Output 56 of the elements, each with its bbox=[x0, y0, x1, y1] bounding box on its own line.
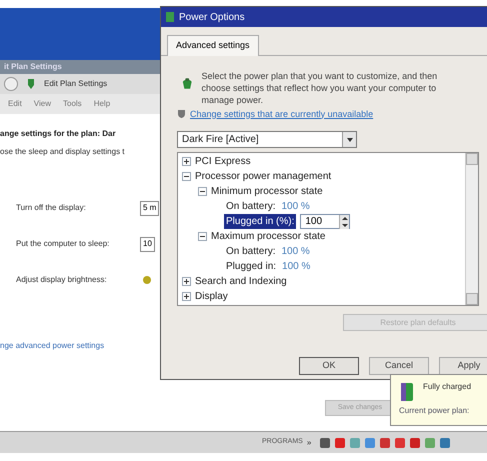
expand-icon[interactable] bbox=[182, 157, 191, 166]
tree-item[interactable]: Display bbox=[195, 289, 228, 304]
collapse-icon[interactable] bbox=[198, 232, 207, 241]
setting-label[interactable]: On battery: bbox=[224, 244, 278, 259]
window-title: it Plan Settings bbox=[4, 61, 62, 73]
select-field[interactable]: 10 bbox=[140, 236, 155, 252]
setting-value[interactable]: 100 % bbox=[281, 199, 310, 214]
expand-icon[interactable] bbox=[182, 277, 191, 286]
collapse-icon[interactable] bbox=[198, 187, 207, 196]
tray-icon[interactable] bbox=[364, 436, 376, 448]
tray-icon[interactable] bbox=[439, 436, 452, 448]
tree-item[interactable]: Processor power management bbox=[195, 169, 332, 184]
setting-label[interactable]: On battery: bbox=[224, 199, 278, 214]
dialog-button[interactable]: OK bbox=[299, 357, 359, 375]
tab[interactable]: Advanced settings bbox=[167, 35, 259, 56]
settings-link[interactable]: Change settings that are currently unavailable bbox=[190, 108, 374, 121]
select-field[interactable]: 5 m bbox=[140, 200, 160, 216]
tray-icon[interactable] bbox=[379, 436, 392, 448]
chevron[interactable]: » bbox=[306, 436, 312, 448]
subheading: ose the sleep and display settings t bbox=[0, 146, 126, 158]
setting-label[interactable]: Plugged in: bbox=[224, 259, 278, 274]
menu-item[interactable]: Edit bbox=[8, 98, 22, 110]
back-button[interactable] bbox=[4, 77, 18, 91]
tray-icon[interactable] bbox=[334, 436, 346, 448]
setting-value[interactable]: 100 % bbox=[282, 259, 310, 274]
balloon-text: Current power plan: bbox=[399, 405, 470, 417]
plan-dropdown[interactable]: Dark Fire [Active] bbox=[177, 131, 357, 148]
tree-item[interactable]: PCI Express bbox=[195, 154, 251, 169]
shield-icon bbox=[177, 109, 186, 120]
description: Select the power plan that you want to customize, and then choose settings that reflect how you want your computer to manage power. bbox=[201, 70, 438, 106]
collapse-icon[interactable] bbox=[182, 172, 191, 181]
spin-field[interactable]: 100 bbox=[300, 214, 350, 229]
expand-icon[interactable] bbox=[182, 292, 191, 301]
setting-label: Adjust display brightness: bbox=[16, 274, 108, 286]
menu-item[interactable]: Tools bbox=[63, 98, 82, 110]
heading: ange settings for the plan: Dar bbox=[0, 128, 117, 140]
menu-item[interactable]: Help bbox=[94, 98, 110, 110]
dialog-button[interactable]: Apply bbox=[439, 357, 487, 375]
setting-label: Turn off the display: bbox=[16, 202, 87, 214]
tree-item[interactable]: Search and Indexing bbox=[195, 274, 287, 289]
setting-label: Put the computer to sleep: bbox=[16, 238, 110, 250]
spinner-icon[interactable] bbox=[339, 214, 350, 228]
tray-icon[interactable] bbox=[394, 436, 406, 448]
tree-item[interactable]: Maximum processor state bbox=[211, 229, 326, 244]
balloon-title: Fully charged bbox=[423, 381, 472, 393]
setting-label[interactable]: Plugged in (%): bbox=[224, 214, 296, 229]
tray-icon[interactable] bbox=[409, 436, 422, 448]
setting-value[interactable]: 100 % bbox=[281, 244, 310, 259]
breadcrumb[interactable]: Edit Plan Settings bbox=[44, 78, 108, 90]
tray-icon[interactable] bbox=[319, 436, 332, 448]
dialog-title: Power Options bbox=[179, 10, 245, 24]
dialog-button[interactable]: Cancel bbox=[369, 357, 429, 375]
scrollbar[interactable] bbox=[465, 153, 478, 305]
menu-item[interactable]: View bbox=[34, 98, 51, 110]
brightness-icon bbox=[143, 276, 151, 284]
tree-item[interactable]: Minimum processor state bbox=[211, 184, 323, 199]
